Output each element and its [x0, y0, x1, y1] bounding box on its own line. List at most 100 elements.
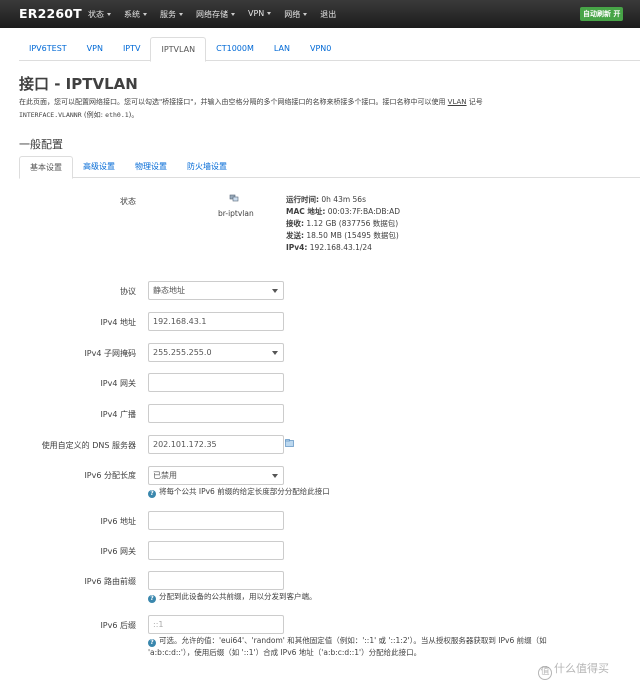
info-icon: ?: [148, 490, 156, 498]
nav-system[interactable]: 系统: [124, 9, 147, 20]
ipv6-address-label: IPv6 地址: [100, 517, 136, 526]
rx-value: 1.12 GB (837756 数据包): [304, 219, 399, 228]
desc-text-4: )。: [128, 111, 139, 119]
nav-nas[interactable]: 网络存储: [196, 9, 235, 20]
watermark-text: 什么值得买: [554, 662, 609, 675]
chevron-down-icon: [267, 12, 272, 15]
ipv4-value: 192.168.43.1/24: [307, 243, 372, 252]
uptime-value: 0h 43m 56s: [319, 195, 366, 204]
nav-nas-label: 网络存储: [196, 10, 228, 19]
status-ipv4: IPv4: 192.168.43.1/24: [286, 242, 400, 254]
nav-network-label: 网络: [284, 10, 301, 19]
ipv6-suffix-hint-text-1: 可选。允许的值：'eui64'、'random' 和其他固定值（例如：'::1'…: [159, 636, 547, 645]
ipv4-key: IPv4:: [286, 243, 308, 252]
info-icon: ?: [148, 595, 156, 603]
main-nav: 状态 系统 服务 网络存储 VPN 网络 退出: [88, 9, 349, 20]
ipv4-address-input[interactable]: 192.168.43.1: [148, 312, 284, 331]
nav-network[interactable]: 网络: [284, 9, 308, 20]
mac-key: MAC 地址:: [286, 207, 326, 216]
ipv6-gateway-input[interactable]: [148, 541, 284, 560]
nav-vpn-label: VPN: [248, 9, 265, 18]
status-rx: 接收: 1.12 GB (837756 数据包): [286, 218, 400, 230]
ipv4-address-label: IPv4 地址: [100, 318, 136, 327]
ipv6-prefix-hint-text: 分配到此设备的公共前缀，用以分发到客户端。: [159, 592, 317, 601]
brand-logo[interactable]: ER2260T: [19, 6, 82, 21]
chevron-down-icon: [179, 13, 183, 16]
chevron-down-icon: [231, 13, 235, 16]
page-description: 在此页面，您可以配置网络接口。您可以勾选"桥接接口"，并输入由空格分隔的多个网络…: [19, 96, 619, 122]
network-interface-icon: [229, 194, 239, 202]
watermark-logo-icon: 值: [538, 666, 552, 680]
status-info: 运行时间: 0h 43m 56s MAC 地址: 00:03:7F:BA:DB:…: [286, 194, 400, 254]
uptime-key: 运行时间:: [286, 195, 319, 204]
ipv6-suffix-label: IPv6 后缀: [100, 621, 136, 630]
status-label: 状态: [120, 197, 136, 206]
add-entry-icon[interactable]: [285, 439, 294, 447]
site-watermark: 值什么值得买: [538, 660, 609, 680]
section-title: 一般配置: [19, 138, 63, 151]
top-navbar: ER2260T 状态 系统 服务 网络存储 VPN 网络 退出 自动刷新 开: [0, 0, 640, 28]
nav-services[interactable]: 服务: [160, 9, 183, 20]
netmask-select[interactable]: 255.255.255.0: [148, 343, 284, 362]
ipv6-prefix-input[interactable]: [148, 571, 284, 590]
ipv4-broadcast-label: IPv4 广播: [100, 410, 136, 419]
rx-key: 接收:: [286, 219, 304, 228]
autorefresh-toggle[interactable]: 自动刷新 开: [580, 7, 624, 21]
ipv6-suffix-hint: ? 可选。允许的值：'eui64'、'random' 和其他固定值（例如：'::1…: [148, 635, 608, 659]
ipv6-suffix-input[interactable]: ::1: [148, 615, 284, 634]
tab-iptvlan[interactable]: IPTVLAN: [150, 37, 207, 62]
ipv6-suffix-hint-text-2: 'a:b:c:d::'），使用后缀（如 '::1'）合成 IPv6 地址（'a:…: [148, 648, 422, 657]
nav-vpn[interactable]: VPN: [248, 9, 272, 20]
tab-ct1000m[interactable]: CT1000M: [206, 37, 264, 61]
tx-key: 发送:: [286, 231, 304, 240]
nav-logout-label: 退出: [320, 10, 337, 19]
tab-basic-settings[interactable]: 基本设置: [19, 156, 73, 179]
ipv6-address-input[interactable]: [148, 511, 284, 530]
chevron-down-icon: [107, 13, 111, 16]
nav-status[interactable]: 状态: [88, 9, 111, 20]
ip6assign-label: IPv6 分配长度: [84, 471, 136, 480]
interface-name: br-iptvlan: [218, 209, 254, 218]
chevron-down-icon: [303, 13, 308, 16]
desc-text-1: 在此页面，您可以配置网络接口。您可以勾选"桥接接口"，并输入由空格分隔的多个网络…: [19, 98, 448, 106]
status-uptime: 运行时间: 0h 43m 56s: [286, 194, 400, 206]
protocol-select[interactable]: 静态地址: [148, 281, 284, 300]
ip6assign-hint: ? 将每个公共 IPv6 前缀的给定长度部分分配给此接口: [148, 486, 330, 498]
tab-advanced-settings[interactable]: 高级设置: [73, 156, 125, 178]
tab-iptv[interactable]: IPTV: [113, 37, 151, 61]
tab-ipv6test[interactable]: IPV6TEST: [19, 37, 77, 61]
desc-vlan-abbr: VLAN: [447, 98, 467, 106]
tab-vpn0[interactable]: VPN0: [300, 37, 341, 61]
desc-text-3: (例如:: [81, 111, 106, 119]
tx-value: 18.50 MB (15495 数据包): [304, 231, 399, 240]
ip6assign-select[interactable]: 已禁用: [148, 466, 284, 485]
tab-physical-settings[interactable]: 物理设置: [125, 156, 177, 178]
desc-text-2: 记号: [466, 98, 483, 106]
nav-system-label: 系统: [124, 10, 140, 19]
ipv6-suffix-placeholder: ::1: [153, 620, 164, 629]
desc-code-1: INTERFACE.VLANNR: [19, 111, 82, 119]
ipv6-prefix-label: IPv6 路由前缀: [84, 577, 136, 586]
nav-services-label: 服务: [160, 10, 176, 19]
tab-vpn[interactable]: VPN: [77, 37, 113, 61]
desc-code-2: eth0.1: [105, 111, 129, 119]
mac-value: 00:03:7F:BA:DB:AD: [325, 207, 400, 216]
dns-label: 使用自定义的 DNS 服务器: [41, 441, 136, 450]
ipv4-gateway-input[interactable]: [148, 373, 284, 392]
interface-tabs: IPV6TEST VPN IPTV IPTVLAN CT1000M LAN VP…: [19, 37, 640, 62]
ipv6-prefix-hint: ? 分配到此设备的公共前缀，用以分发到客户端。: [148, 591, 317, 603]
ipv6-gateway-label: IPv6 网关: [100, 547, 136, 556]
protocol-label: 协议: [120, 287, 136, 296]
status-mac: MAC 地址: 00:03:7F:BA:DB:AD: [286, 206, 400, 218]
tab-firewall-settings[interactable]: 防火墙设置: [177, 156, 237, 178]
ipv4-broadcast-input[interactable]: [148, 404, 284, 423]
page-title: 接口 - IPTVLAN: [19, 75, 138, 93]
dns-input[interactable]: 202.101.172.35: [148, 435, 284, 454]
nav-status-label: 状态: [88, 10, 104, 19]
info-icon: ?: [148, 639, 156, 647]
ipv4-gateway-label: IPv4 网关: [100, 379, 136, 388]
nav-logout[interactable]: 退出: [320, 9, 336, 20]
config-subtabs: 基本设置 高级设置 物理设置 防火墙设置: [19, 156, 640, 179]
tab-lan[interactable]: LAN: [264, 37, 300, 61]
ip6assign-hint-text: 将每个公共 IPv6 前缀的给定长度部分分配给此接口: [159, 487, 330, 496]
